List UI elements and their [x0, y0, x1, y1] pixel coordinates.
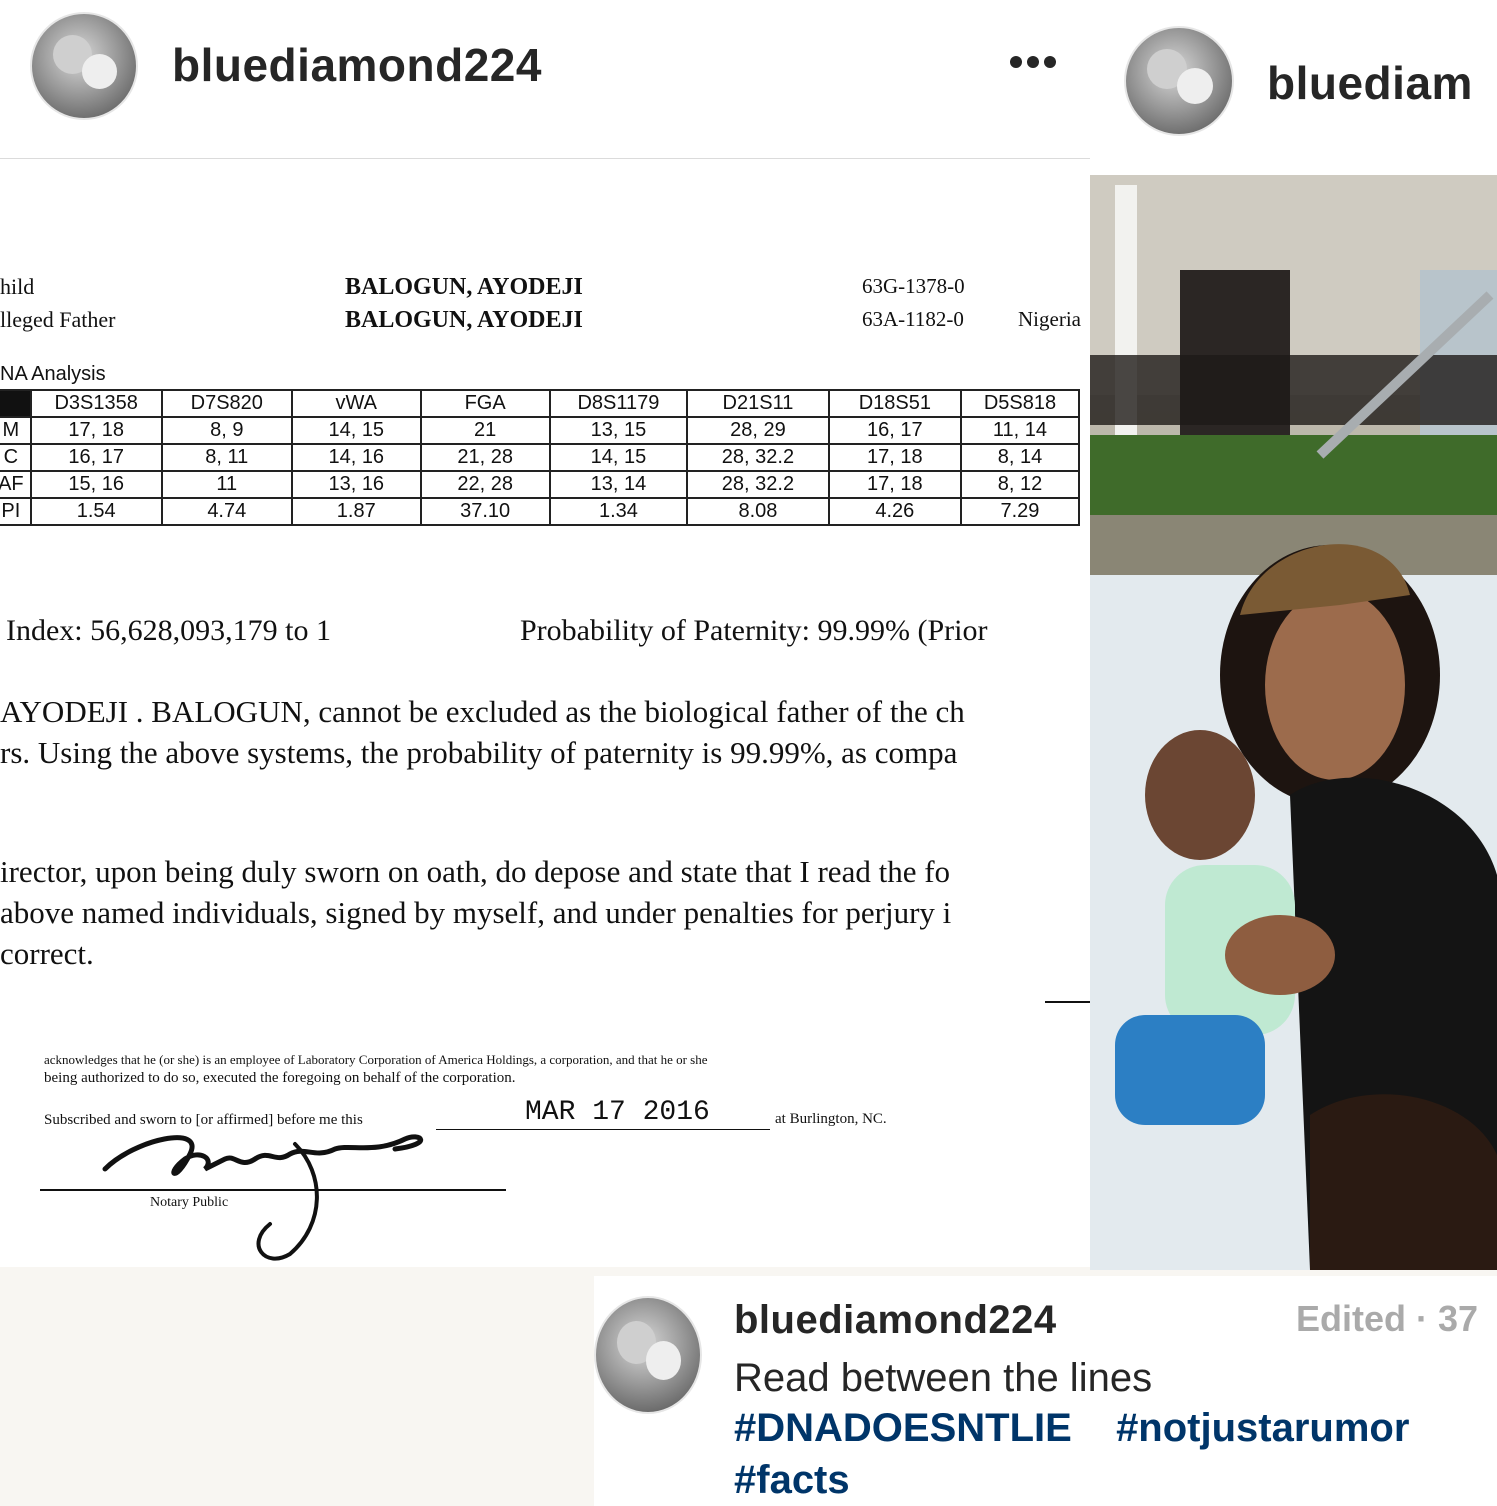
table-cell: 11, 14 [959, 416, 1081, 445]
table-cell: PI [0, 497, 32, 526]
table-header-cell: vWA [290, 389, 422, 418]
table-header-cell: D3S1358 [29, 389, 163, 418]
ack-line-1: acknowledges that he (or she) is an empl… [44, 1052, 708, 1067]
table-cell: 17, 18 [29, 416, 163, 445]
right-avatar[interactable] [1124, 26, 1234, 136]
table-cell: 8.08 [686, 497, 830, 526]
date-rule [436, 1129, 770, 1130]
table-row: PI 1.54 4.74 1.87 37.10 1.34 8.08 4.26 7… [0, 497, 1081, 526]
table-header-cell: D5S818 [959, 389, 1081, 418]
affidavit-line-2: above named individuals, signed by mysel… [0, 895, 952, 930]
table-cell: 4.26 [827, 497, 962, 526]
left-post-header: bluediamond224 [0, 0, 1090, 159]
caption-text: Read between the lines [734, 1356, 1153, 1400]
table-cell: 21, 28 [419, 443, 551, 472]
table-cell: 8, 12 [959, 470, 1081, 499]
dna-table: D3S1358 D7S820 vWA FGA D8S1179 D21S11 D1… [0, 389, 1081, 526]
father-country: Nigeria [1018, 307, 1081, 331]
table-cell: 14, 15 [548, 443, 689, 472]
table-cell: 28, 32.2 [686, 470, 830, 499]
table-row: AF 15, 16 11 13, 16 22, 28 13, 14 28, 32… [0, 470, 1081, 499]
table-cell: 28, 32.2 [686, 443, 830, 472]
table-row: M 17, 18 8, 9 14, 15 21 13, 15 28, 29 16… [0, 416, 1081, 445]
edited-timestamp: Edited · 37 [1296, 1298, 1479, 1339]
table-cell: 1.34 [548, 497, 689, 526]
table-cell: 15, 16 [29, 470, 163, 499]
table-header-cell: D18S51 [827, 389, 962, 418]
date-stamp: MAR 17 2016 [525, 1097, 710, 1128]
signature-icon [95, 1114, 455, 1264]
table-cell: 8, 9 [160, 416, 293, 445]
table-cell: 22, 28 [419, 470, 551, 499]
table-cell: 8, 14 [959, 443, 1081, 472]
hashtag-link[interactable]: #DNADOESNTLIE [734, 1406, 1072, 1450]
table-header-cell: D8S1179 [548, 389, 689, 418]
signature-rule [1045, 1001, 1090, 1003]
caption-panel: bluediamond224 Edited · 37 Read between … [594, 1276, 1497, 1506]
table-header-cell: D21S11 [686, 389, 830, 418]
dna-document-image: hild BALOGUN, AYODEJI 63G-1378-0 lleged … [0, 159, 1090, 1267]
table-cell: M [0, 416, 32, 445]
table-cell: 17, 18 [827, 443, 962, 472]
table-cell: 14, 15 [290, 416, 422, 445]
hashtag-link[interactable]: #notjustarumor [1116, 1406, 1409, 1450]
caption-username[interactable]: bluediamond224 [734, 1298, 1057, 1343]
dna-analysis-label: NA Analysis [0, 363, 106, 385]
father-name: BALOGUN, AYODEJI [345, 307, 583, 333]
table-cell: 13, 16 [290, 470, 422, 499]
table-header-cell: FGA [419, 389, 551, 418]
father-code: 63A-1182-0 [862, 307, 964, 331]
conclusion-line-2: rs. Using the above systems, the probabi… [0, 735, 958, 770]
table-row: C 16, 17 8, 11 14, 16 21, 28 14, 15 28, … [0, 443, 1081, 472]
paternity-index: Index: 56,628,093,179 to 1 [6, 614, 331, 647]
hashtag-row: #facts [734, 1458, 850, 1503]
table-cell: 16, 17 [827, 416, 962, 445]
table-header-cell: D7S820 [160, 389, 293, 418]
right-username[interactable]: bluediam [1267, 56, 1473, 110]
table-cell: AF [0, 470, 32, 499]
hashtag-link[interactable]: #facts [734, 1458, 850, 1502]
table-cell: 13, 15 [548, 416, 689, 445]
affidavit-line-3: correct. [0, 936, 94, 971]
affidavit-line-1: irector, upon being duly sworn on oath, … [0, 854, 951, 889]
location-label: at Burlington, NC. [775, 1111, 887, 1127]
left-username[interactable]: bluediamond224 [172, 38, 542, 92]
table-cell: 1.54 [29, 497, 163, 526]
child-code: 63G-1378-0 [862, 274, 965, 298]
left-avatar[interactable] [30, 12, 138, 120]
table-cell: 17, 18 [827, 470, 962, 499]
table-cell: 13, 14 [548, 470, 689, 499]
table-cell: 1.87 [290, 497, 422, 526]
mother-baby-photo [1090, 175, 1497, 1270]
child-name: BALOGUN, AYODEJI [345, 274, 583, 300]
table-cell: 37.10 [419, 497, 551, 526]
table-cell: 28, 29 [686, 416, 830, 445]
caption-avatar[interactable] [594, 1296, 702, 1414]
table-cell: 4.74 [160, 497, 293, 526]
conclusion-line-1: AYODEJI . BALOGUN, cannot be excluded as… [0, 694, 965, 729]
ack-line-2: being authorized to do so, executed the … [44, 1070, 516, 1086]
right-post-header: bluediam [1090, 0, 1497, 175]
table-cell: 8, 11 [160, 443, 293, 472]
table-cell: 14, 16 [290, 443, 422, 472]
table-cell: 7.29 [959, 497, 1081, 526]
ellipsis-icon[interactable] [1004, 52, 1060, 72]
table-header-cell [0, 389, 32, 418]
child-label: hild [0, 274, 35, 299]
paternity-probability: Probability of Paternity: 99.99% (Prior [520, 614, 988, 647]
table-cell: 21 [419, 416, 551, 445]
table-header-row: D3S1358 D7S820 vWA FGA D8S1179 D21S11 D1… [0, 389, 1081, 418]
hashtag-row: #DNADOESNTLIE #notjustarumor [734, 1406, 1409, 1451]
table-cell: 16, 17 [29, 443, 163, 472]
father-label: lleged Father [0, 307, 116, 332]
table-cell: 11 [160, 470, 293, 499]
table-cell: C [0, 443, 32, 472]
